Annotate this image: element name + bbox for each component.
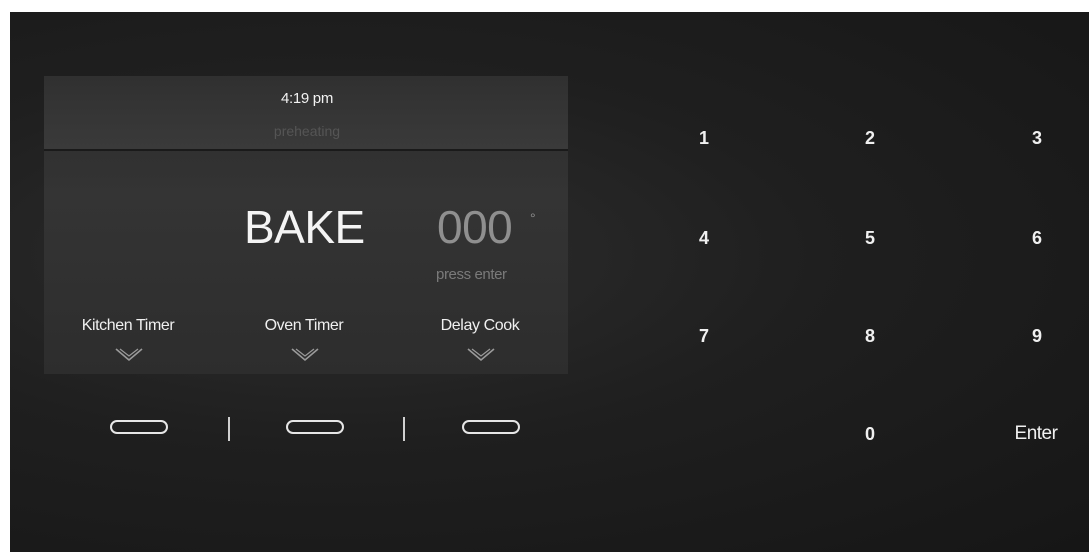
chevron-down-icon — [467, 348, 495, 362]
key-3[interactable]: 3 — [1007, 118, 1067, 158]
divider — [228, 417, 230, 441]
key-5[interactable]: 5 — [840, 218, 900, 258]
delay-cook-button[interactable] — [462, 420, 520, 434]
chevron-down-icon — [115, 348, 143, 362]
key-1[interactable]: 1 — [674, 118, 734, 158]
degree-symbol: ° — [530, 210, 536, 226]
kitchen-timer-label: Kitchen Timer — [81, 317, 175, 334]
delay-cook-label: Delay Cook — [440, 317, 520, 334]
oven-timer-label: Oven Timer — [264, 317, 344, 334]
display-header: 4:19 pm preheating — [44, 76, 568, 151]
oven-display: 4:19 pm preheating BAKE 000 ° press ente… — [44, 76, 568, 374]
press-enter-hint: press enter — [436, 266, 507, 283]
clock: 4:19 pm — [280, 90, 334, 107]
chevron-down-icon — [291, 348, 319, 362]
temperature-readout: 000 — [437, 201, 513, 253]
key-9[interactable]: 9 — [1007, 316, 1067, 356]
key-2[interactable]: 2 — [840, 118, 900, 158]
key-8[interactable]: 8 — [840, 316, 900, 356]
enter-key[interactable]: Enter — [1001, 414, 1071, 454]
key-6[interactable]: 6 — [1007, 218, 1067, 258]
key-7[interactable]: 7 — [674, 316, 734, 356]
kitchen-timer-button[interactable] — [110, 420, 168, 434]
key-0[interactable]: 0 — [840, 414, 900, 454]
cook-mode: BAKE — [244, 201, 365, 253]
status-text: preheating — [273, 123, 341, 139]
oven-timer-button[interactable] — [286, 420, 344, 434]
divider — [403, 417, 405, 441]
key-4[interactable]: 4 — [674, 218, 734, 258]
